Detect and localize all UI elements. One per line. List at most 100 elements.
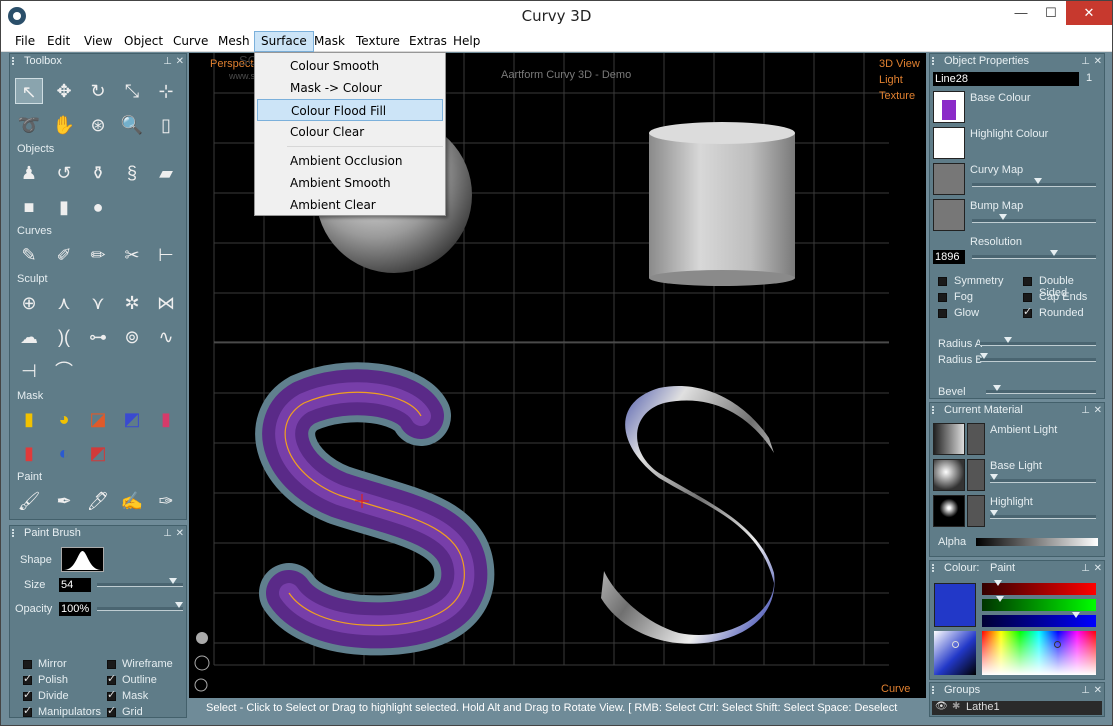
sculpt-spread-icon[interactable]: ⋈ [152, 290, 180, 316]
cylinder-object-icon[interactable]: ▮ [50, 194, 78, 220]
s-ribbon-object[interactable] [601, 386, 775, 644]
page-tool-icon[interactable]: ▯ [152, 112, 180, 138]
panel-close-icon[interactable]: ✕ [1094, 562, 1102, 576]
menu-item-ambient-occlusion[interactable]: Ambient Occlusion [257, 150, 443, 172]
panel-close-icon[interactable]: ✕ [176, 527, 184, 541]
base-light-colour[interactable] [967, 459, 985, 491]
slider-knob[interactable] [999, 214, 1007, 220]
cube-object-icon[interactable]: ■ [15, 194, 43, 220]
slider-knob[interactable] [996, 596, 1004, 602]
mode-light[interactable]: Light [879, 74, 903, 86]
zoom-tool-icon[interactable]: 🔍 [118, 112, 146, 138]
curve-add-icon[interactable]: ✎ [15, 242, 43, 268]
menu-mesh[interactable]: Mesh [212, 31, 256, 52]
green-slider[interactable] [982, 596, 1096, 611]
checkbox-grid[interactable] [107, 704, 116, 717]
panel-close-icon[interactable]: ✕ [176, 55, 184, 69]
nav-rotate-icon[interactable] [196, 632, 208, 644]
bump-map-slider[interactable] [972, 214, 1096, 223]
object-name-field[interactable]: Line28 [933, 72, 1079, 86]
option-symmetry[interactable] [938, 277, 947, 286]
opacity-slider[interactable] [97, 602, 183, 611]
pin-icon[interactable]: ⊥ [1081, 404, 1090, 418]
slider-knob[interactable] [990, 510, 998, 516]
menu-item-colour-clear[interactable]: Colour Clear [257, 121, 443, 143]
ambient-light-swatch[interactable] [933, 423, 965, 455]
scale-tool-icon[interactable]: ⤡ [118, 78, 146, 104]
brush-shape-preview[interactable] [61, 547, 104, 572]
option-cap-ends[interactable] [1023, 293, 1032, 302]
grip-icon[interactable] [932, 406, 940, 414]
cylinder-object[interactable] [649, 122, 795, 286]
close-button[interactable]: ✕ [1066, 1, 1112, 25]
mask-clear-icon[interactable]: ▮ [152, 406, 180, 432]
resolution-slider[interactable] [972, 250, 1096, 259]
curve-draw-icon[interactable]: ✏ [84, 242, 112, 268]
bevel-slider[interactable] [986, 385, 1096, 394]
menu-item-mask-to-colour[interactable]: Mask -> Colour [257, 77, 443, 99]
menu-mask[interactable]: Mask [308, 31, 351, 52]
grip-icon[interactable] [12, 529, 20, 537]
menu-object[interactable]: Object [118, 31, 169, 52]
menu-extras[interactable]: Extras [403, 31, 453, 52]
opacity-slider-knob[interactable] [175, 602, 183, 608]
option-rounded[interactable] [1023, 305, 1032, 318]
sculpt-level-icon[interactable]: ⌒ [50, 358, 78, 384]
sculpt-wave-icon[interactable]: ∿ [152, 324, 180, 350]
slider-knob[interactable] [994, 580, 1002, 586]
pin-icon[interactable]: ⊥ [163, 527, 172, 541]
curvy-map-slider[interactable] [972, 178, 1096, 187]
paint-smudge-icon[interactable]: ✍ [118, 488, 146, 514]
sphere-object-icon[interactable]: ● [84, 194, 112, 220]
slider-knob[interactable] [993, 385, 1001, 391]
grip-icon[interactable] [932, 686, 940, 694]
maximize-button[interactable]: ☐ [1036, 1, 1066, 25]
sculpt-pinch-icon[interactable]: ✲ [118, 290, 146, 316]
option-glow[interactable] [938, 309, 947, 318]
group-row[interactable]: 👁 ✱ Lathe1 [932, 701, 1102, 715]
mode-curve[interactable]: Curve [881, 683, 910, 695]
menu-item-ambient-smooth[interactable]: Ambient Smooth [257, 172, 443, 194]
pan-hand-icon[interactable]: ✋ [50, 112, 78, 138]
sculpt-crosshair-icon[interactable]: ⊕ [15, 290, 43, 316]
checkbox-polish[interactable] [23, 672, 32, 685]
alpha-slider[interactable] [976, 538, 1098, 546]
menu-texture[interactable]: Texture [350, 31, 406, 52]
sculpt-inflate-icon[interactable]: ⊚ [118, 324, 146, 350]
orbit-tool-icon[interactable]: ⊛ [84, 112, 112, 138]
coil-object-icon[interactable]: ↺ [50, 160, 78, 186]
base-colour-swatch[interactable] [933, 91, 965, 123]
paint-brush-icon[interactable]: 🖌 [15, 488, 43, 514]
checkbox-wireframe[interactable] [107, 660, 116, 669]
menu-item-colour-smooth[interactable]: Colour Smooth [257, 55, 443, 77]
highlight-colour[interactable] [967, 495, 985, 527]
mask-invert-icon[interactable]: ▮ [15, 440, 43, 466]
sculpt-push-icon[interactable]: ⋎ [84, 290, 112, 316]
option-fog[interactable] [938, 293, 947, 302]
size-value[interactable]: 54 [59, 578, 91, 592]
curve-radius-icon[interactable]: ✐ [50, 242, 78, 268]
menu-view[interactable]: View [78, 31, 118, 52]
slider-knob[interactable] [980, 353, 988, 359]
mode-texture[interactable]: Texture [879, 90, 915, 102]
paint-stamp-icon[interactable]: ✑ [152, 488, 180, 514]
base-light-swatch[interactable] [933, 459, 965, 491]
s-tube-object[interactable] [255, 362, 495, 656]
saturation-picker[interactable] [934, 631, 976, 675]
highlight-slider[interactable] [990, 510, 1096, 519]
blue-slider[interactable] [982, 612, 1096, 627]
pin-icon[interactable]: ⊥ [1081, 684, 1090, 698]
transform-tool-icon[interactable]: ⊹ [152, 78, 180, 104]
mask-pie-icon[interactable]: ◕ [50, 406, 78, 432]
picker-marker[interactable] [1054, 641, 1061, 648]
menu-edit[interactable]: Edit [41, 31, 76, 52]
highlight-colour-swatch[interactable] [933, 127, 965, 159]
menu-help[interactable]: Help [447, 31, 486, 52]
mask-fill-icon[interactable]: ▮ [15, 406, 43, 432]
curve-cut-icon[interactable]: ✂ [118, 242, 146, 268]
radius-b-slider[interactable] [980, 353, 1096, 362]
star-icon[interactable]: ✱ [952, 701, 960, 712]
patch-object-icon[interactable]: ▰ [152, 160, 180, 186]
menu-file[interactable]: File [9, 31, 41, 52]
slider-knob[interactable] [1004, 337, 1012, 343]
